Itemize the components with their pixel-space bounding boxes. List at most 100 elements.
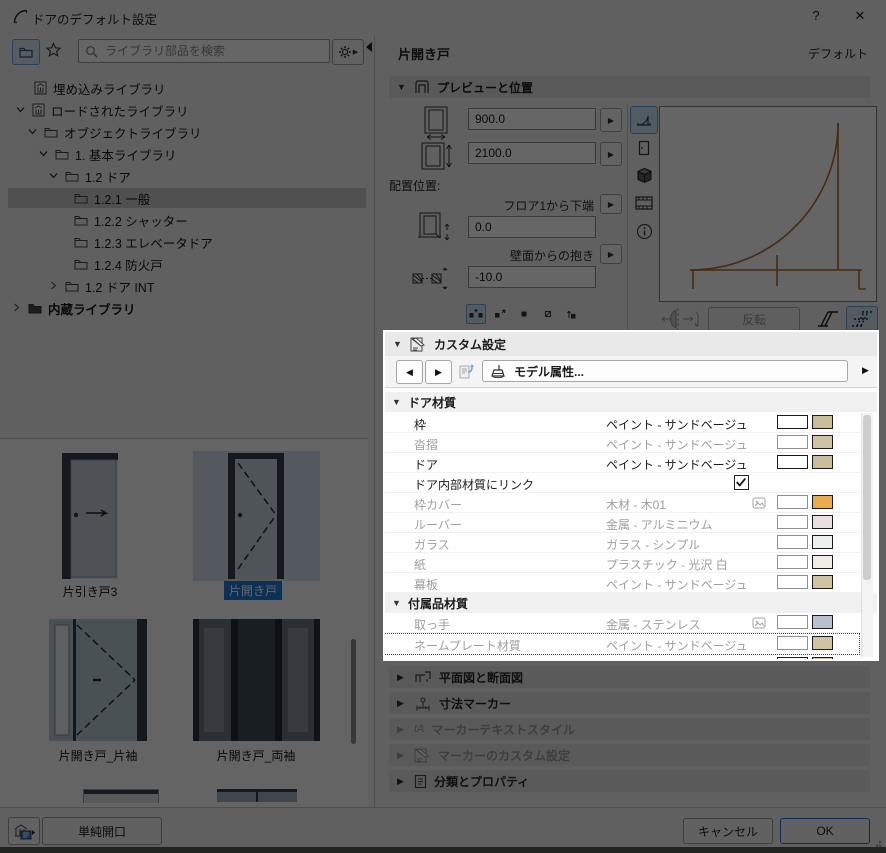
tree-item-shutter[interactable]: 1.2.2 シャッター <box>8 210 366 230</box>
expander-closed-icon[interactable] <box>12 303 22 313</box>
thumbnail-scrollbar[interactable] <box>351 639 356 744</box>
section-preview-position[interactable]: ▼ プレビューと位置 <box>389 76 870 98</box>
collapse-pane-arrow-icon[interactable] <box>366 42 372 52</box>
anchor-center-button[interactable] <box>514 304 534 324</box>
thumbnail-door-one-sidelight[interactable] <box>49 619 147 741</box>
material-color-swatch[interactable] <box>812 575 833 589</box>
height-options-button[interactable]: ▶ <box>600 142 622 166</box>
thumbnail-partial[interactable] <box>83 789 159 803</box>
group-accessory-materials[interactable]: ▼ 付属品材質 <box>384 593 878 613</box>
tree-item-elevator-door[interactable]: 1.2.3 エレベータドア <box>8 232 366 252</box>
pen-color-swatch[interactable] <box>777 515 808 529</box>
section-marker-text-style[interactable]: ▶ tA マーカーテキストスタイル <box>389 718 870 740</box>
material-row-louver[interactable]: ルーバー 金属 - アルミニウム <box>384 513 860 533</box>
favorites-button[interactable] <box>45 42 62 58</box>
pen-color-swatch[interactable] <box>777 636 808 650</box>
pen-color-swatch[interactable] <box>777 495 808 509</box>
preview-info-button[interactable] <box>630 217 658 245</box>
reveal-field[interactable]: -10.0 <box>468 266 596 288</box>
folder-view-button[interactable] <box>12 39 40 65</box>
material-color-swatch[interactable] <box>812 555 833 569</box>
previous-page-button[interactable]: ◀ <box>396 360 423 384</box>
tree-item-embedded-library[interactable]: 埋め込みライブラリ <box>8 78 366 98</box>
section-classification-properties[interactable]: ▶ 分類とプロパティ <box>389 770 870 792</box>
pen-color-swatch[interactable] <box>777 415 808 429</box>
scrollbar-thumb[interactable] <box>863 415 871 580</box>
pen-color-swatch[interactable] <box>777 615 808 629</box>
pen-color-swatch[interactable] <box>777 575 808 589</box>
wall-opening-left-button[interactable] <box>812 306 844 332</box>
material-row-threshold[interactable]: 沓摺 ペイント - サンドベージュ <box>384 433 860 453</box>
material-row-link-interior[interactable]: ドア内部材質にリンク <box>384 473 860 493</box>
search-settings-button[interactable]: ▶ <box>332 39 364 65</box>
tree-item-fire-door[interactable]: 1.2.4 防火戸 <box>8 254 366 274</box>
thumbnail-sliding-door[interactable] <box>62 453 118 579</box>
material-row-nameplate-focused[interactable]: ネームプレート材質 ペイント - サンドベージュ <box>384 633 860 655</box>
thumbnail-door-two-sidelights[interactable] <box>193 619 320 741</box>
section-custom-settings[interactable]: ▼ カスタム設定 <box>384 332 878 356</box>
width-options-button[interactable]: ▶ <box>600 108 622 132</box>
anchor-left-right-button[interactable] <box>466 304 486 324</box>
pen-color-swatch[interactable] <box>777 535 808 549</box>
material-row-glass[interactable]: ガラス ガラス - シンプル <box>384 533 860 553</box>
preview-section-button[interactable] <box>630 189 658 217</box>
preview-elevation-button[interactable] <box>630 134 658 162</box>
simple-opening-button[interactable]: 単純開口 <box>42 817 162 845</box>
library-search[interactable] <box>78 39 330 63</box>
expander-open-icon[interactable] <box>28 127 38 137</box>
material-color-swatch[interactable] <box>812 515 833 529</box>
tree-item-loaded-libraries[interactable]: ロードされたライブラリ <box>8 100 366 120</box>
anchor-side-button[interactable] <box>490 304 510 324</box>
flip-button[interactable]: 反転 <box>708 307 800 332</box>
material-row-frame-cover[interactable]: 枠カバー 木材 - 木01 <box>384 493 860 513</box>
section-marker-custom-settings[interactable]: ▶ マーカーのカスタム設定 <box>389 744 870 766</box>
expander-open-icon[interactable] <box>39 149 49 159</box>
material-color-swatch[interactable] <box>812 435 833 449</box>
tree-item-object-library[interactable]: オブジェクトライブラリ <box>8 122 366 142</box>
floor-anchor-options-button[interactable]: ▶ <box>600 194 622 214</box>
model-attributes-button[interactable]: モデル属性... <box>482 360 848 382</box>
tree-item-general-selected[interactable]: 1.2.1 一般 <box>8 188 366 208</box>
search-input[interactable] <box>103 43 323 59</box>
group-door-materials[interactable]: ▼ ドア材質 <box>384 392 878 412</box>
material-color-swatch[interactable] <box>812 615 833 629</box>
help-button[interactable]: ? <box>802 5 830 27</box>
pen-color-swatch[interactable] <box>777 455 808 469</box>
expander-closed-icon[interactable] <box>49 281 59 291</box>
preview-plan-button[interactable] <box>630 106 658 134</box>
material-color-swatch[interactable] <box>812 535 833 549</box>
pen-color-swatch[interactable] <box>777 555 808 569</box>
pen-color-swatch[interactable] <box>777 435 808 449</box>
tree-item-door-int[interactable]: 1.2 ドア INT <box>8 276 366 296</box>
material-color-swatch[interactable] <box>812 636 833 650</box>
close-button[interactable]: ✕ <box>846 5 874 27</box>
material-color-swatch[interactable] <box>812 495 833 509</box>
reveal-options-button[interactable]: ▶ <box>600 244 622 264</box>
material-row-paper[interactable]: 紙 プラスチック - 光沢 白 <box>384 553 860 573</box>
next-page-button[interactable]: ▶ <box>425 360 452 384</box>
material-list-scrollbar[interactable] <box>861 413 873 657</box>
material-color-swatch[interactable] <box>812 415 833 429</box>
thumbnail-partial[interactable] <box>217 789 297 802</box>
ok-button[interactable]: OK <box>780 818 870 844</box>
anchor-vertical-button[interactable] <box>562 304 582 324</box>
toolbar-overflow-arrow-icon[interactable]: ▶ <box>862 365 869 376</box>
expander-open-icon[interactable] <box>49 171 59 181</box>
material-row-skirt[interactable]: 幕板 ペイント - サンドベージュ <box>384 573 860 593</box>
section-dimension-marker[interactable]: ▶ 寸法マーカー <box>389 692 870 714</box>
cancel-button[interactable]: キャンセル <box>683 818 773 844</box>
anchor-corner-button[interactable] <box>538 304 558 324</box>
door-height-field[interactable]: 2100.0 <box>468 142 596 164</box>
sill-height-field[interactable]: 0.0 <box>468 216 596 238</box>
tree-item-builtin-library[interactable]: 内蔵ライブラリ <box>8 298 366 318</box>
expander-open-icon[interactable] <box>16 105 26 115</box>
material-row-handle[interactable]: 取っ手 金属 - ステンレス <box>384 613 860 633</box>
thumbnail-hinged-door-selected[interactable] <box>193 451 320 581</box>
transfer-settings-icon[interactable] <box>458 363 476 380</box>
section-plan-and-section[interactable]: ▶ 平面図と断面図 <box>389 666 870 688</box>
checkbox-checked[interactable] <box>734 475 749 490</box>
material-row-door[interactable]: ドア ペイント - サンドベージュ <box>384 453 860 473</box>
door-width-field[interactable]: 900.0 <box>468 108 596 130</box>
preview-3d-button[interactable] <box>630 161 658 189</box>
tree-item-basic-library[interactable]: 1. 基本ライブラリ <box>8 144 366 164</box>
